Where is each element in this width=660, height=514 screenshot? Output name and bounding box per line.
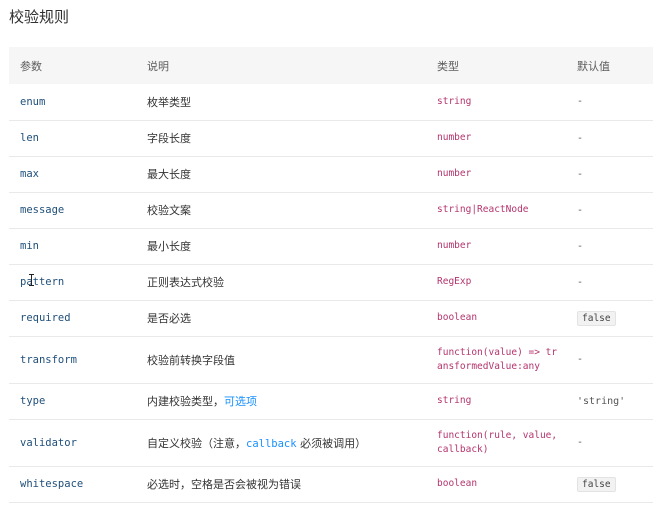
column-header-param: 参数 (20, 59, 42, 73)
table-row: whitespace 必选时，空格是否会被视为错误 boolean false (9, 466, 653, 502)
default-cell: - (577, 96, 584, 108)
table-row: validator 自定义校验（注意，callback 必须被调用） funct… (9, 419, 653, 466)
param-cell: pattern (20, 276, 65, 288)
param-cell: transform (20, 353, 77, 366)
column-header-description: 说明 (147, 59, 169, 73)
type-cell: function(value) => transformedValue:any (437, 346, 558, 372)
default-value-badge: false (577, 310, 616, 326)
table-row: required 是否必选 boolean false (9, 300, 653, 336)
default-cell: - (577, 437, 584, 448)
param-cell: min (20, 240, 39, 252)
default-cell: - (577, 240, 584, 252)
table-row: message 校验文案 string|ReactNode - (9, 192, 653, 228)
type-cell: string (437, 95, 472, 107)
description-cell: 最小长度 (147, 240, 191, 253)
table-header-row: 参数 说明 类型 默认值 (9, 47, 653, 84)
default-cell: false (566, 300, 653, 336)
description-cell: 必选时，空格是否会被视为错误 (147, 478, 301, 491)
description-text: 自定义校验（注意， (147, 436, 246, 450)
type-cell: boolean (437, 478, 478, 489)
description-cell: 字段长度 (147, 132, 191, 145)
default-cell: false (566, 466, 653, 502)
default-cell: - (577, 276, 584, 288)
type-cell: string|ReactNode (437, 204, 529, 215)
type-cell: RegExp (437, 276, 472, 287)
options-link[interactable]: 可选项 (224, 395, 257, 408)
param-cell: enum (20, 95, 46, 108)
callback-code: callback (246, 437, 297, 450)
param-cell: type (20, 395, 46, 407)
type-cell: boolean (437, 312, 478, 323)
default-cell: - (577, 354, 584, 365)
param-cell: message (20, 204, 65, 216)
type-cell: function(rule, value, callback) (437, 429, 558, 455)
type-cell: number (437, 240, 472, 251)
table-row: enum 枚举类型 string - (9, 84, 653, 120)
type-cell: number (437, 168, 472, 179)
description-cell: 校验前转换字段值 (147, 353, 235, 367)
default-cell: - (577, 132, 584, 144)
table-row: transform 校验前转换字段值 function(value) => tr… (9, 336, 653, 383)
param-cell: max (20, 168, 39, 180)
description-cell: 枚举类型 (147, 95, 191, 109)
column-header-type: 类型 (437, 59, 459, 73)
description-cell: 校验文案 (147, 204, 191, 217)
description-text: 内建校验类型， (147, 395, 224, 408)
table-row: min 最小长度 number - (9, 228, 653, 264)
description-cell: 是否必选 (147, 312, 191, 325)
param-cell: whitespace (20, 478, 84, 490)
description-suffix: 必须被调用） (296, 436, 367, 450)
param-cell: len (20, 132, 39, 144)
description-cell: 最大长度 (147, 168, 191, 181)
type-cell: number (437, 132, 472, 143)
description-cell: 正则表达式校验 (147, 276, 224, 289)
description-cell: 内建校验类型，可选项 (136, 383, 426, 419)
table-row: type 内建校验类型，可选项 string 'string' (9, 383, 653, 419)
default-cell: - (577, 204, 584, 216)
param-cell: validator (20, 436, 77, 449)
default-value-badge: false (577, 476, 616, 492)
table-row: len 字段长度 number - (9, 120, 653, 156)
column-header-default: 默认值 (577, 59, 610, 73)
validation-rules-table: 参数 说明 类型 默认值 enum 枚举类型 string - len 字段长度… (9, 47, 653, 503)
default-cell: - (577, 168, 584, 180)
param-cell: required (20, 312, 71, 324)
section-title: 校验规则 (9, 8, 70, 26)
text-cursor-icon (29, 274, 34, 286)
type-cell: string (437, 395, 472, 406)
description-cell: 自定义校验（注意，callback 必须被调用） (136, 419, 426, 466)
default-cell: 'string' (577, 395, 626, 407)
table-row: pattern 正则表达式校验 RegExp - (9, 264, 653, 300)
table-row: max 最大长度 number - (9, 156, 653, 192)
